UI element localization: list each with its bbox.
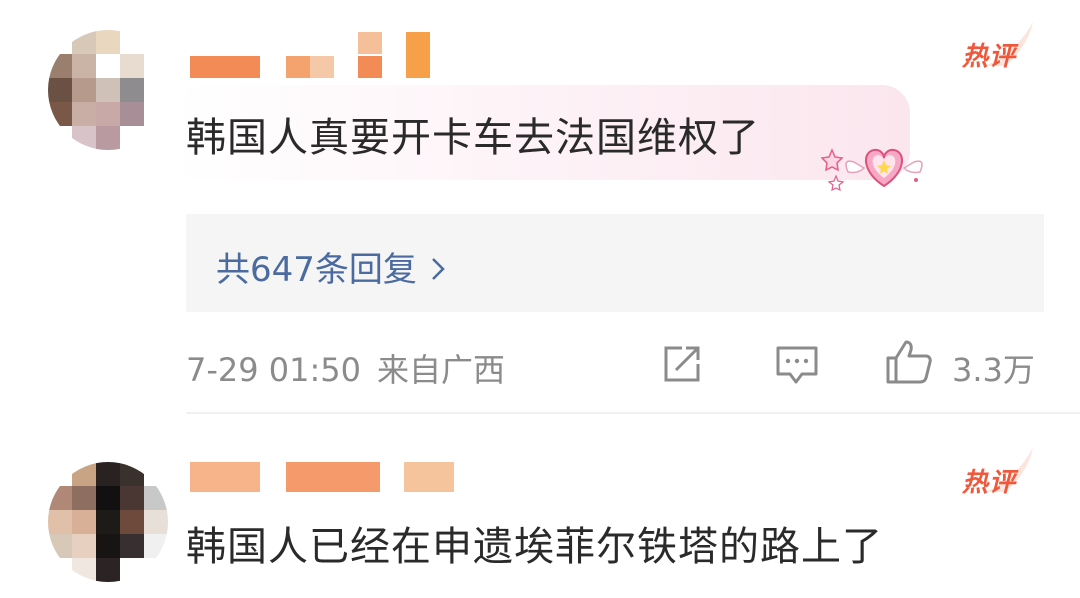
avatar-pixel [120, 486, 144, 510]
avatar-pixel [144, 510, 168, 534]
name-mask-block [406, 32, 430, 78]
avatar-pixel [72, 78, 96, 102]
avatar-pixel [96, 30, 120, 54]
name-mask-block [190, 462, 260, 492]
avatar-pixel [96, 102, 120, 126]
comment-region: 来自广西 [377, 351, 506, 389]
avatar-pixel [120, 78, 144, 102]
avatar-pixel [96, 126, 120, 150]
avatar-pixel [48, 102, 72, 126]
avatar-pixel [120, 30, 144, 54]
avatar-pixel [48, 30, 72, 54]
hot-comment-badge: 热评 [962, 468, 1017, 498]
avatar-pixel [120, 54, 144, 78]
avatar-pixel [96, 78, 120, 102]
avatar-pixel [72, 510, 96, 534]
name-mask-block [404, 462, 454, 492]
avatar-pixel [144, 126, 168, 150]
avatar-pixel [96, 510, 120, 534]
view-replies-link[interactable]: 共647条回复 [216, 242, 445, 291]
comment-text: 韩国人已经在申遗埃菲尔铁塔的路上了 [186, 524, 883, 570]
comment-text: 韩国人真要开卡车去法国维权了 [186, 115, 760, 161]
avatar-pixel [96, 54, 120, 78]
avatar-pixel [72, 102, 96, 126]
comment-meta: 7-29 01:50 来自广西 [186, 345, 505, 391]
replies-preview[interactable]: 共647条回复 [186, 214, 1044, 312]
avatar-pixel [120, 510, 144, 534]
avatar-pixel [120, 534, 144, 558]
avatar-pixel [48, 54, 72, 78]
avatar-pixel [144, 30, 168, 54]
name-mask-block [286, 462, 380, 492]
comment-item: 热评 韩国人真要开卡车去法国维权了 共647条回复 7-29 01:50 来自广西 [0, 0, 1080, 412]
hot-comment-badge: 热评 [962, 42, 1017, 72]
avatar-pixel [48, 126, 72, 150]
chevron-right-icon [431, 250, 445, 290]
avatar-pixel [144, 78, 168, 102]
avatar-pixel [96, 486, 120, 510]
replies-count-label: 共647条回复 [216, 250, 417, 290]
avatar-pixel [120, 102, 144, 126]
name-mask-block [190, 56, 260, 78]
avatar-pixel [72, 126, 96, 150]
name-mask-block [286, 56, 310, 78]
avatar-pixel [96, 462, 120, 486]
avatar-pixel [96, 558, 120, 582]
avatar-pixel [72, 54, 96, 78]
like-icon[interactable] [884, 338, 934, 386]
avatar[interactable] [48, 30, 168, 150]
name-mask-block [358, 56, 382, 78]
winged-heart-icon [820, 148, 923, 192]
share-icon[interactable] [660, 344, 704, 384]
avatar-pixel [144, 102, 168, 126]
avatar-pixel [120, 126, 144, 150]
name-mask-block [310, 56, 334, 78]
like-count: 3.3万 [952, 351, 1035, 389]
comment-divider [186, 412, 1080, 414]
avatar-pixel [72, 534, 96, 558]
avatar-pixel [72, 30, 96, 54]
comment-timestamp: 7-29 01:50 [186, 351, 362, 389]
avatar-pixel [144, 54, 168, 78]
comment-icon[interactable] [774, 344, 820, 386]
avatar[interactable] [48, 462, 168, 582]
avatar-pixel [48, 510, 72, 534]
avatar-pixel [48, 78, 72, 102]
name-mask-block [358, 32, 382, 54]
avatar-pixel [72, 486, 96, 510]
avatar-pixel [96, 534, 120, 558]
